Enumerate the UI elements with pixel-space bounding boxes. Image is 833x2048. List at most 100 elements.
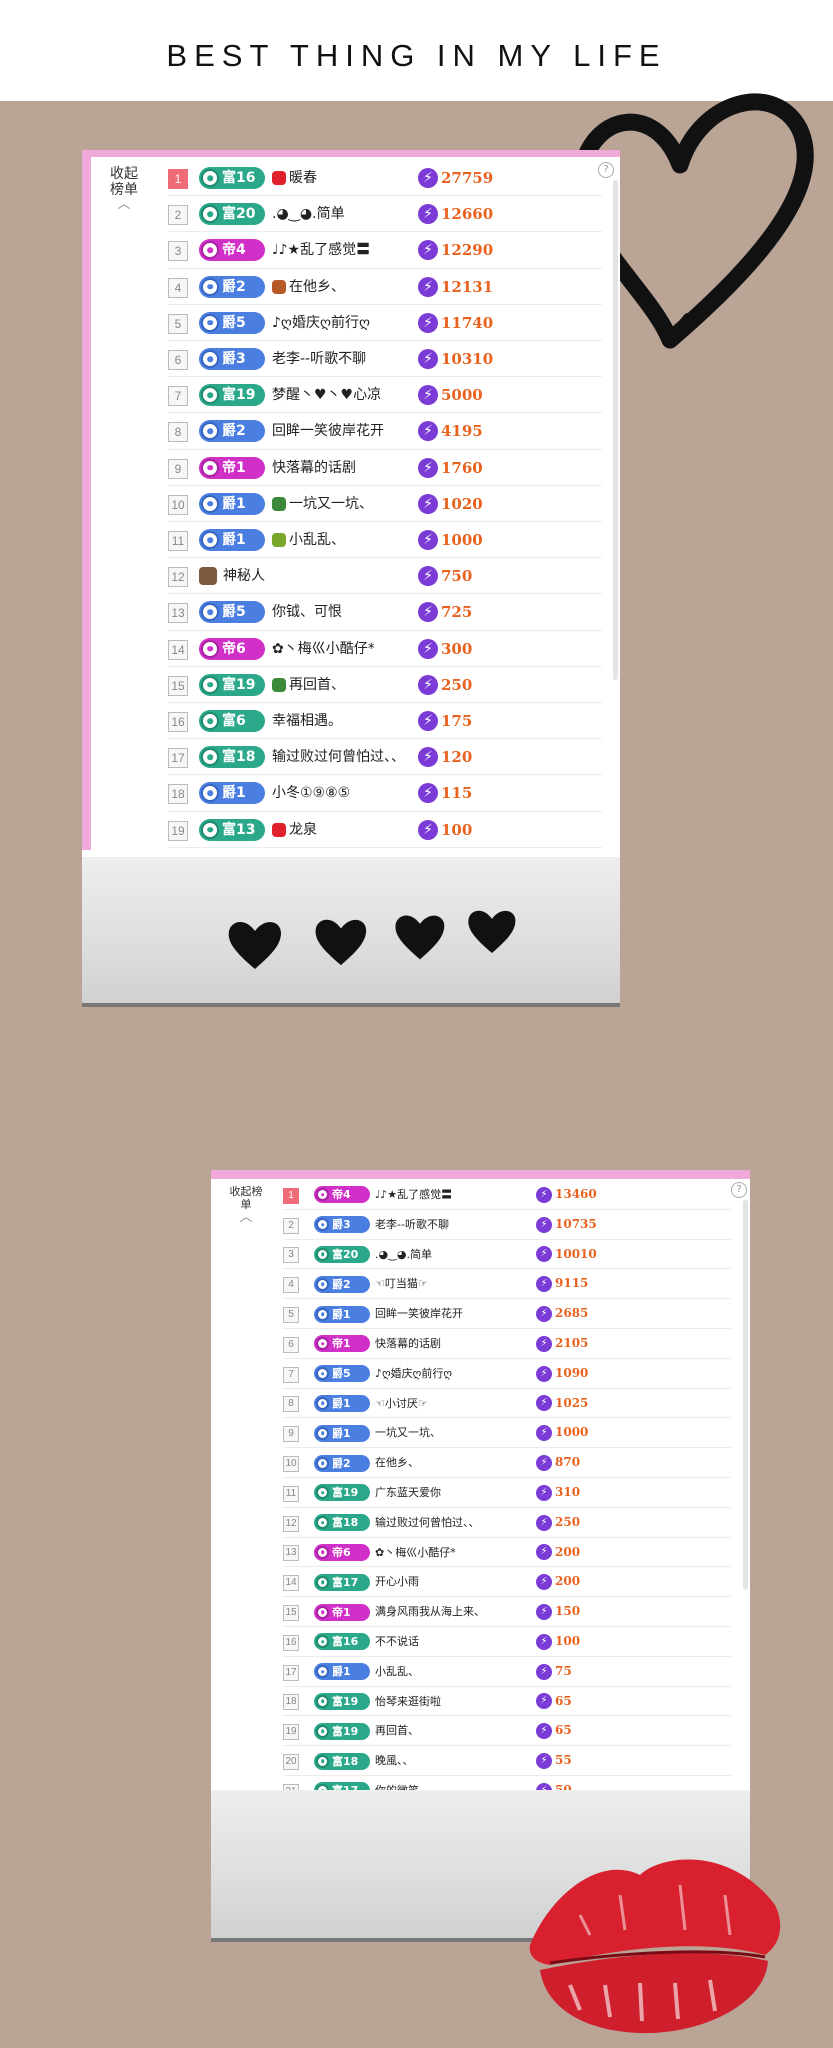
fu-level-icon xyxy=(201,712,219,731)
leaderboard-row[interactable]: 6 帝1 快落幕的话剧 ⚡ 2105 xyxy=(211,1329,731,1359)
username[interactable]: 回眸一笑彼岸花开 xyxy=(375,1299,463,1329)
username[interactable]: ☜小讨厌☞ xyxy=(375,1389,428,1419)
scrollbar[interactable] xyxy=(613,180,618,680)
leaderboard-row[interactable]: 4 爵2 ☜叮当猫☞ ⚡ 9115 xyxy=(211,1269,731,1300)
leaderboard-row[interactable]: 1 富16 暖春 ⚡ 27759 xyxy=(82,160,602,197)
scrollbar[interactable] xyxy=(743,1200,748,1590)
rank-number: 12 xyxy=(168,567,188,588)
leaderboard-row[interactable]: 7 爵5 ♪ღ婚庆ღ前行ღ ⚡ 1090 xyxy=(211,1359,731,1389)
username[interactable]: ♩♪★乱了感觉〓 xyxy=(375,1180,452,1210)
username[interactable]: .◕‿◕.简单 xyxy=(375,1240,432,1270)
username[interactable]: ♪ღ婚庆ღ前行ღ xyxy=(272,305,370,341)
leaderboard-row[interactable]: 14 帝6 ✿丶梅巛小酷仔* ⚡ 300 xyxy=(82,631,602,667)
leaderboard-row[interactable]: 11 富19 广东蓝天爱你 ⚡ 310 xyxy=(211,1478,731,1508)
username[interactable]: 小冬①⑨⑧⑤ xyxy=(272,775,350,811)
leaderboard-row[interactable]: 12 神秘人 ⚡ 750 xyxy=(82,558,602,595)
leaderboard-row[interactable]: 13 爵5 你钺、可恨 ⚡ 725 xyxy=(82,594,602,631)
leaderboard-row[interactable]: 4 爵2 在他乡、 ⚡ 12131 xyxy=(82,269,602,305)
username[interactable]: 怡琴来逛街啦 xyxy=(375,1687,441,1717)
leaderboard-row[interactable]: 15 富19 再回首、 ⚡ 250 xyxy=(82,667,602,703)
username[interactable]: 老李--听歌不聊 xyxy=(375,1210,449,1240)
leaderboard-row[interactable]: 7 富19 梦醒丶♥丶♥心凉 ⚡ 5000 xyxy=(82,377,602,414)
leaderboard-row[interactable]: 8 爵1 ☜小讨厌☞ ⚡ 1025 xyxy=(211,1389,731,1419)
leaderboard-row[interactable]: 14 富17 开心小雨 ⚡ 200 xyxy=(211,1567,731,1598)
username[interactable]: 不不说话 xyxy=(375,1627,419,1657)
level-badge: 富19 xyxy=(199,384,265,407)
lightning-badge-icon: ⚡ xyxy=(536,1574,552,1591)
username[interactable]: 暖春 xyxy=(289,160,317,196)
leaderboard-row[interactable]: 6 爵3 老李--听歌不聊 ⚡ 10310 xyxy=(82,341,602,378)
leaderboard-row[interactable]: 1 帝4 ♩♪★乱了感觉〓 ⚡ 13460 xyxy=(211,1180,731,1210)
leaderboard-row[interactable]: 2 爵3 老李--听歌不聊 ⚡ 10735 xyxy=(211,1210,731,1240)
username[interactable]: 一坑又一坑、 xyxy=(375,1418,441,1448)
score-value: 65 xyxy=(555,1723,572,1738)
leaderboard-row[interactable]: 8 爵2 回眸一笑彼岸花开 ⚡ 4195 xyxy=(82,413,602,450)
level-label: 爵5 xyxy=(222,604,246,621)
level-label: 帝4 xyxy=(332,1188,351,1202)
leaderboard-row[interactable]: 3 富20 .◕‿◕.简单 ⚡ 10010 xyxy=(211,1240,731,1270)
leaderboard-row[interactable]: 11 爵1 小乱乱、 ⚡ 1000 xyxy=(82,522,602,559)
username[interactable]: 你钺、可恨 xyxy=(272,594,342,630)
leaderboard-row[interactable]: 16 富16 不不说话 ⚡ 100 xyxy=(211,1627,731,1657)
level-badge: 帝6 xyxy=(199,637,265,660)
rank-number: 14 xyxy=(168,639,188,660)
username[interactable]: 晚風、、 xyxy=(375,1746,414,1776)
question-icon[interactable]: ? xyxy=(731,1182,747,1198)
username[interactable]: ♩♪★乱了感觉〓 xyxy=(272,232,370,268)
leaderboard-row[interactable]: 19 富19 再回首、 ⚡ 65 xyxy=(211,1716,731,1747)
lightning-badge-icon: ⚡ xyxy=(536,1425,552,1442)
username[interactable]: .◕‿◕.简单 xyxy=(272,196,345,232)
username[interactable]: ♪ღ婚庆ღ前行ღ xyxy=(375,1359,452,1389)
score-value: 12660 xyxy=(441,205,494,224)
level-label: 爵1 xyxy=(222,785,246,802)
username[interactable]: 神秘人 xyxy=(223,558,265,594)
username[interactable]: ✿丶梅巛小酷仔* xyxy=(272,631,375,667)
rank-number: 17 xyxy=(283,1664,299,1681)
level-label: 富19 xyxy=(222,676,256,693)
leaderboard-row[interactable]: 15 帝1 满身风雨我从海上来、 ⚡ 150 xyxy=(211,1597,731,1627)
username[interactable]: 在他乡、 xyxy=(289,269,345,305)
leaderboard-row[interactable]: 18 富19 怡琴来逛街啦 ⚡ 65 xyxy=(211,1687,731,1717)
username[interactable]: 快落幕的话剧 xyxy=(375,1329,441,1359)
leaderboard-row[interactable]: 10 爵1 一坑又一坑、 ⚡ 1020 xyxy=(82,486,602,522)
leaderboard-row[interactable]: 10 爵2 在他乡、 ⚡ 870 xyxy=(211,1448,731,1478)
leaderboard-row[interactable]: 16 富6 幸福相遇。 ⚡ 175 xyxy=(82,703,602,740)
username[interactable]: 再回首、 xyxy=(289,667,345,703)
username[interactable]: 龙泉 xyxy=(289,812,317,848)
username[interactable]: 输过败过何曾怕过、、 xyxy=(375,1508,480,1538)
lightning-badge-icon: ⚡ xyxy=(418,204,438,225)
username[interactable]: 老李--听歌不聊 xyxy=(272,341,366,377)
leaderboard-row[interactable]: 17 爵1 小乱乱、 ⚡ 75 xyxy=(211,1657,731,1687)
username[interactable]: 开心小雨 xyxy=(375,1567,419,1597)
leaderboard-row[interactable]: 9 爵1 一坑又一坑、 ⚡ 1000 xyxy=(211,1418,731,1449)
username[interactable]: 广东蓝天爱你 xyxy=(375,1478,441,1508)
leaderboard-row[interactable]: 17 富18 输过败过何曾怕过、、 ⚡ 120 xyxy=(82,739,602,776)
username[interactable]: 输过败过何曾怕过、、 xyxy=(272,739,405,775)
username[interactable]: 小乱乱、 xyxy=(375,1657,419,1687)
username[interactable]: 幸福相遇。 xyxy=(272,703,342,739)
leaderboard-row[interactable]: 2 富20 .◕‿◕.简单 ⚡ 12660 xyxy=(82,196,602,233)
username[interactable]: 快落幕的话剧 xyxy=(272,450,356,486)
score-value: 1000 xyxy=(441,531,483,549)
leaderboard-row[interactable]: 13 帝6 ✿丶梅巛小酷仔* ⚡ 200 xyxy=(211,1538,731,1568)
leaderboard-row[interactable]: 5 爵1 回眸一笑彼岸花开 ⚡ 2685 xyxy=(211,1299,731,1329)
username[interactable]: 回眸一笑彼岸花开 xyxy=(272,413,384,449)
leaderboard-row[interactable]: 5 爵5 ♪ღ婚庆ღ前行ღ ⚡ 11740 xyxy=(82,305,602,341)
leaderboard-row[interactable]: 18 爵1 小冬①⑨⑧⑤ ⚡ 115 xyxy=(82,775,602,812)
username[interactable]: 在他乡、 xyxy=(375,1448,419,1478)
username[interactable]: ☜叮当猫☞ xyxy=(375,1269,428,1299)
username[interactable]: 再回首、 xyxy=(375,1716,419,1746)
username[interactable]: ✿丶梅巛小酷仔* xyxy=(375,1538,456,1568)
score-value: 310 xyxy=(555,1485,581,1499)
leaderboard-row[interactable]: 9 帝1 快落幕的话剧 ⚡ 1760 xyxy=(82,450,602,486)
username[interactable]: 梦醒丶♥丶♥心凉 xyxy=(272,377,381,413)
username[interactable]: 满身风雨我从海上来、 xyxy=(375,1597,485,1627)
username[interactable]: 小乱乱、 xyxy=(289,522,345,558)
username[interactable]: 一坑又一坑、 xyxy=(289,486,373,522)
leaderboard-row[interactable]: 3 帝4 ♩♪★乱了感觉〓 ⚡ 12290 xyxy=(82,232,602,269)
leaderboard-row[interactable]: 12 富18 输过败过何曾怕过、、 ⚡ 250 xyxy=(211,1508,731,1538)
level-label: 富17 xyxy=(332,1575,359,1589)
leaderboard-row[interactable]: 20 富18 晚風、、 ⚡ 55 xyxy=(211,1746,731,1776)
leaderboard-row[interactable]: 19 富13 龙泉 ⚡ 100 xyxy=(82,812,602,848)
leaf-emoji-icon xyxy=(272,533,286,548)
